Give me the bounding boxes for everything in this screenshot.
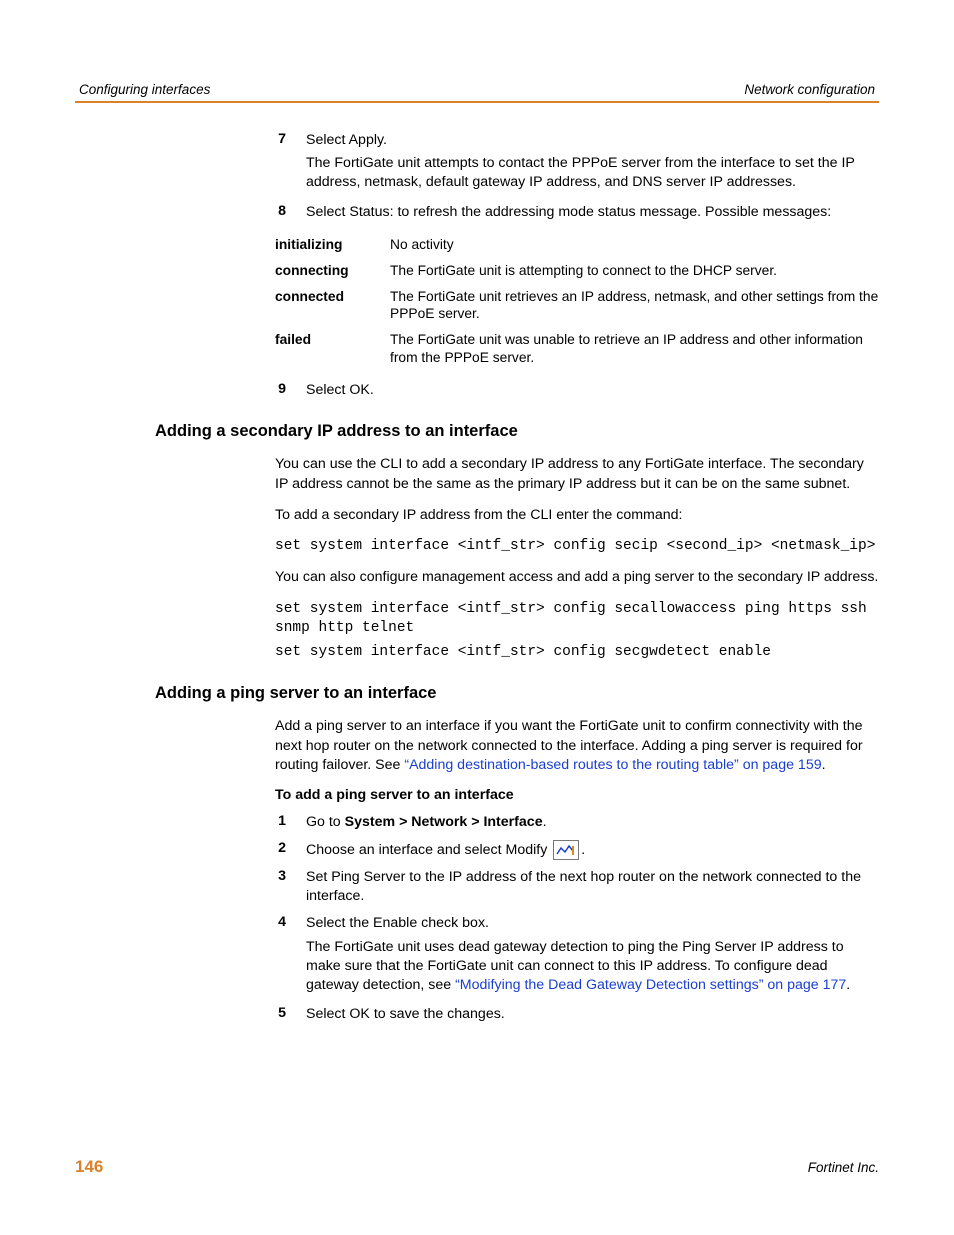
paragraph: You can also configure management access… <box>275 568 879 587</box>
ping-step-5: 5 Select OK to save the changes. <box>245 1005 879 1024</box>
step-8: 8 Select Status: to refresh the addressi… <box>245 203 879 222</box>
page: Configuring interfaces Network configura… <box>0 0 954 1235</box>
step-number: 7 <box>245 131 306 193</box>
ping-step-1: 1 Go to System > Network > Interface. <box>245 813 879 832</box>
xref-dead-gateway[interactable]: “Modifying the Dead Gateway Detection se… <box>455 977 846 993</box>
modify-icon <box>553 840 579 860</box>
ping-step-4: 4 Select the Enable check box. The Forti… <box>245 914 879 995</box>
step-9: 9 Select OK. <box>245 381 879 400</box>
section-body: Add a ping server to an interface if you… <box>275 717 879 775</box>
section-heading-ping-server: Adding a ping server to an interface <box>155 684 879 703</box>
step-number: 9 <box>245 381 306 400</box>
status-term: initializing <box>275 232 390 258</box>
table-row: connected The FortiGate unit retrieves a… <box>275 284 879 328</box>
footer-company: Fortinet Inc. <box>808 1160 879 1175</box>
step-text: Select OK to save the changes. <box>306 1005 879 1024</box>
table-row: failed The FortiGate unit was unable to … <box>275 327 879 371</box>
running-header: Configuring interfaces Network configura… <box>75 82 879 101</box>
step-number: 8 <box>245 203 306 222</box>
ping-step-2: 2 Choose an interface and select Modify … <box>245 840 879 860</box>
code-block: set system interface <intf_str> config s… <box>275 537 879 557</box>
status-desc: The FortiGate unit was unable to retriev… <box>390 327 879 371</box>
step-number: 1 <box>245 813 306 832</box>
table-row: initializing No activity <box>275 232 879 258</box>
step-text: Set Ping Server to the IP address of the… <box>306 868 879 906</box>
footer: 146 Fortinet Inc. <box>75 1157 879 1177</box>
status-desc: The FortiGate unit is attempting to conn… <box>390 258 879 284</box>
ping-step-3: 3 Set Ping Server to the IP address of t… <box>245 868 879 906</box>
step-text: Select OK. <box>306 381 879 400</box>
header-rule <box>75 101 879 103</box>
step-number: 3 <box>245 868 306 906</box>
step-text: Go to System > Network > Interface. <box>306 813 879 832</box>
paragraph: To add a secondary IP address from the C… <box>275 506 879 525</box>
status-term: connected <box>275 284 390 328</box>
xref-destination-routes[interactable]: “Adding destination-based routes to the … <box>404 757 821 773</box>
header-left: Configuring interfaces <box>79 82 210 97</box>
paragraph: You can use the CLI to add a secondary I… <box>275 455 879 493</box>
code-block: set system interface <intf_str> config s… <box>275 600 879 639</box>
code-block: set system interface <intf_str> config s… <box>275 643 879 663</box>
step-number: 2 <box>245 840 306 860</box>
procedure-heading: To add a ping server to an interface <box>275 787 879 803</box>
section-body: You can use the CLI to add a secondary I… <box>275 455 879 662</box>
menu-path: System > Network > Interface <box>345 814 543 830</box>
step-text: Select Status: to refresh the addressing… <box>306 203 879 222</box>
status-term: connecting <box>275 258 390 284</box>
status-term: failed <box>275 327 390 371</box>
section-heading-secondary-ip: Adding a secondary IP address to an inte… <box>155 422 879 441</box>
table-row: connecting The FortiGate unit is attempt… <box>275 258 879 284</box>
step-7: 7 Select Apply. The FortiGate unit attem… <box>245 131 879 193</box>
step-number: 5 <box>245 1005 306 1024</box>
step-text: Select Apply. <box>306 131 879 150</box>
step-text: Select the Enable check box. <box>306 914 879 933</box>
paragraph: Add a ping server to an interface if you… <box>275 717 879 775</box>
status-desc: The FortiGate unit retrieves an IP addre… <box>390 284 879 328</box>
header-right: Network configuration <box>744 82 875 97</box>
step-text: The FortiGate unit uses dead gateway det… <box>306 938 879 996</box>
status-desc: No activity <box>390 232 879 258</box>
step-text: The FortiGate unit attempts to contact t… <box>306 154 879 192</box>
page-number: 146 <box>75 1157 103 1177</box>
status-table: initializing No activity connecting The … <box>275 232 879 372</box>
step-text: Choose an interface and select Modify . <box>306 840 879 860</box>
step-number: 4 <box>245 914 306 995</box>
